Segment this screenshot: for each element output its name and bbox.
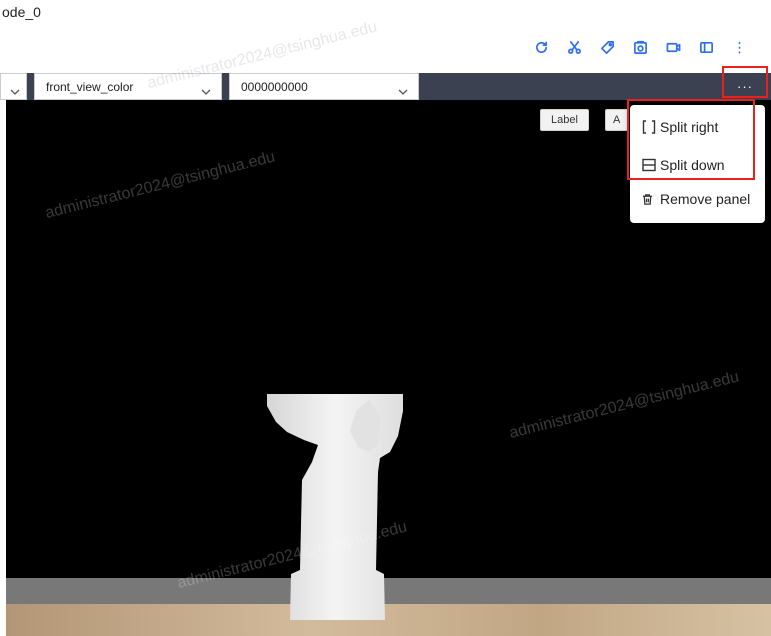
chevron-down-icon — [201, 84, 211, 95]
view-select[interactable]: front_view_color — [34, 73, 222, 100]
toolbar — [530, 36, 750, 58]
tag-icon[interactable] — [596, 36, 618, 58]
id-select-value: 0000000000 — [241, 79, 308, 94]
panel-icon[interactable] — [695, 36, 717, 58]
window-title: ode_0 — [2, 4, 41, 20]
split-down-icon — [642, 158, 656, 172]
panel-bar: front_view_color 0000000000 — [0, 73, 771, 100]
chevron-down-icon — [10, 84, 20, 95]
trash-icon — [642, 193, 653, 205]
menu-item-split-right[interactable]: Split right — [642, 115, 718, 139]
more-vertical-icon[interactable] — [728, 36, 750, 58]
scissors-icon[interactable] — [563, 36, 585, 58]
refresh-icon[interactable] — [530, 36, 552, 58]
menu-item-label: Split right — [660, 119, 719, 135]
panel-more-button[interactable]: ··· — [723, 75, 767, 98]
camera-icon[interactable] — [629, 36, 651, 58]
chevron-down-icon — [398, 84, 408, 95]
id-select[interactable]: 0000000000 — [229, 73, 419, 100]
panel-context-menu: Split right Split down Remove panel — [630, 105, 765, 223]
panel-select-0[interactable] — [0, 73, 27, 100]
split-right-icon — [642, 120, 656, 134]
auto-chip[interactable]: A — [605, 109, 629, 131]
menu-item-split-down[interactable]: Split down — [642, 153, 725, 177]
menu-item-label: Remove panel — [660, 191, 751, 207]
label-chip[interactable]: Label — [540, 109, 589, 131]
page: ode_0 front_view_color 0000000000 ··· La… — [0, 0, 771, 636]
view-select-value: front_view_color — [46, 79, 134, 94]
menu-item-remove-panel[interactable]: Remove panel — [642, 187, 750, 211]
video-icon[interactable] — [662, 36, 684, 58]
menu-item-label: Split down — [660, 157, 725, 173]
